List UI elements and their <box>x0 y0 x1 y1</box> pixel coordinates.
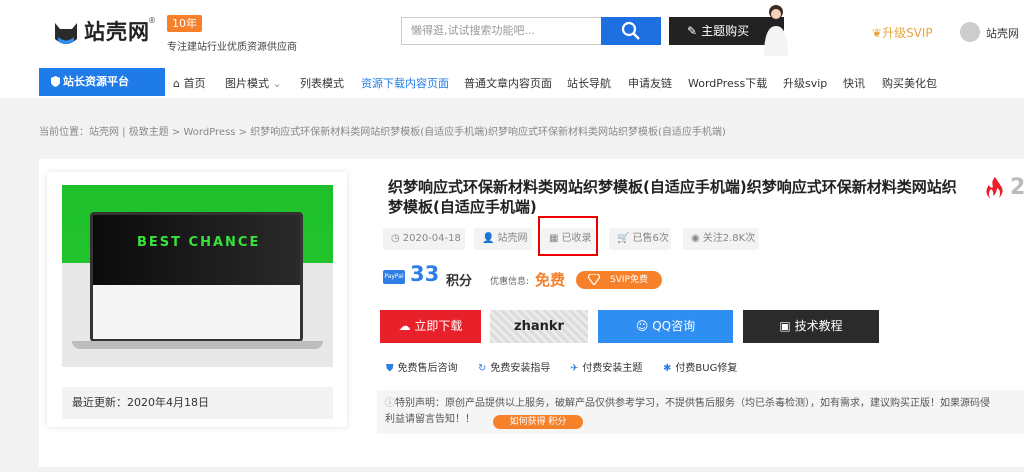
price-unit: 积分 <box>446 274 473 289</box>
nav-platform-button[interactable]: 站长资源平台 <box>39 68 165 96</box>
service-item: ✱ 付费BUG修复 <box>663 363 738 374</box>
breadcrumb[interactable]: 当前位置：站壳网 | 极致主题 > WordPress > 织梦响应式环保新材料… <box>39 123 726 138</box>
nav-item-friend-links[interactable]: 申请友链 <box>628 75 672 91</box>
home-icon: ⌂ <box>173 77 180 90</box>
pen-icon: ✎ <box>687 24 698 38</box>
nav-item-home[interactable]: ⌂ 首页 <box>173 75 205 91</box>
eye-icon: ◉ <box>691 233 700 244</box>
laptop-base <box>72 341 323 349</box>
logo-icon[interactable] <box>52 17 80 47</box>
product-preview-image[interactable]: BEST CHANCE <box>62 185 333 367</box>
service-item: ↻ 免费安装指导 <box>478 363 551 374</box>
avatar[interactable] <box>960 22 980 42</box>
search-button[interactable] <box>601 17 661 45</box>
paypal-icon: PayPal <box>383 270 405 284</box>
logo-registered-mark: ® <box>148 16 156 25</box>
qq-consult-button[interactable]: ☺ QQ咨询 <box>598 310 733 343</box>
shield-check-icon: ⛊ <box>386 363 394 374</box>
laptop-screen: BEST CHANCE <box>90 212 303 342</box>
product-title: 织梦响应式环保新材料类网站织梦模板(自适应手机端)织梦响应式环保新材料类网站织梦… <box>388 178 957 216</box>
upgrade-svip-link[interactable]: ❦升级SVIP <box>872 24 933 41</box>
slogan: 专注建站行业优质资源供应商 <box>167 42 297 53</box>
notice-box: ⓘ特别声明：原创产品提供以上服务，破解产品仅供参考学习，不提供售后服务（均已杀毒… <box>377 390 1024 434</box>
cloud-download-icon: ☁ <box>398 319 411 333</box>
user-name[interactable]: 站壳网 <box>986 25 1019 41</box>
nav-item-wordpress[interactable]: WordPress下载 <box>688 75 767 91</box>
main-nav: 站长资源平台 ⌂ 首页 图片模式 ⌄ 列表模式 资源下载内容页面 普通文章内容页… <box>0 64 1024 98</box>
discount-label: 优惠信息: <box>490 277 530 287</box>
years-badge: 10年 <box>167 15 202 32</box>
meta-date: ◷ 2020-04-18 <box>383 228 465 250</box>
qq-icon: ☺ <box>635 319 649 333</box>
shield-icon <box>51 76 60 87</box>
nav-item-svip[interactable]: 升级svip <box>783 75 827 91</box>
fire-icon <box>986 177 1003 199</box>
book-icon: ▣ <box>779 319 791 333</box>
last-update: 最近更新：2020年4月18日 <box>62 387 333 419</box>
refresh-icon: ↻ <box>478 363 487 374</box>
preview-hero <box>93 215 300 285</box>
search-input[interactable]: 懒得逛,试试搜索功能吧... <box>401 17 601 45</box>
hot-count: 2 <box>1010 175 1024 200</box>
preview-body <box>93 285 300 339</box>
meta-views: ◉ 关注2.8K次 <box>683 228 759 250</box>
tech-tutorial-button[interactable]: ▣ 技术教程 <box>743 310 879 343</box>
notice-line2: 利益请留言告知！！ <box>385 414 475 425</box>
clock-icon: ◷ <box>391 233 400 244</box>
nav-item-image-mode[interactable]: 图片模式 ⌄ <box>225 75 282 91</box>
nav-item-beautify-pack[interactable]: 购买美化包 <box>882 75 937 91</box>
discount-value: 免费 <box>535 271 566 289</box>
nav-item-webmaster-nav[interactable]: 站长导航 <box>567 75 611 91</box>
wings-icon: ❦ <box>872 26 883 40</box>
price-amount: 33 <box>410 262 440 286</box>
site-header: 站壳网 ® 10年 专注建站行业优质资源供应商 懒得逛,试试搜索功能吧... ✎… <box>0 0 1024 64</box>
zhankr-button[interactable]: zhankr <box>490 310 588 343</box>
svip-free-badge: SVIP免费 <box>576 271 662 289</box>
service-item: ⛊ 免费售后咨询 <box>386 363 458 374</box>
info-icon: ⓘ <box>385 398 395 409</box>
bug-icon: ✱ <box>663 363 672 374</box>
chevron-down-icon: ⌄ <box>272 77 282 90</box>
promo-person-image <box>764 5 788 56</box>
nav-item-download-page[interactable]: 资源下载内容页面 <box>361 75 449 91</box>
service-item: ✈ 付费安装主题 <box>570 363 643 374</box>
preview-hero-text: BEST CHANCE <box>137 235 261 250</box>
meta-sold: 🛒 已售6次 <box>609 228 671 250</box>
logo-text[interactable]: 站壳网 <box>84 16 150 46</box>
diamond-icon <box>588 274 600 285</box>
plane-icon: ✈ <box>570 363 579 374</box>
user-icon: 👤 <box>482 233 495 244</box>
download-button[interactable]: ☁ 立即下载 <box>380 310 481 343</box>
highlight-box <box>538 216 598 256</box>
nav-item-article-page[interactable]: 普通文章内容页面 <box>464 75 552 91</box>
meta-author[interactable]: 👤 站壳网 <box>474 228 532 250</box>
cart-icon: 🛒 <box>617 233 630 244</box>
nav-item-news[interactable]: 快讯 <box>843 75 865 91</box>
nav-item-list-mode[interactable]: 列表模式 <box>300 75 344 91</box>
how-to-get-points-button[interactable]: 如何获得 积分 <box>493 415 583 429</box>
search-icon <box>621 21 640 40</box>
